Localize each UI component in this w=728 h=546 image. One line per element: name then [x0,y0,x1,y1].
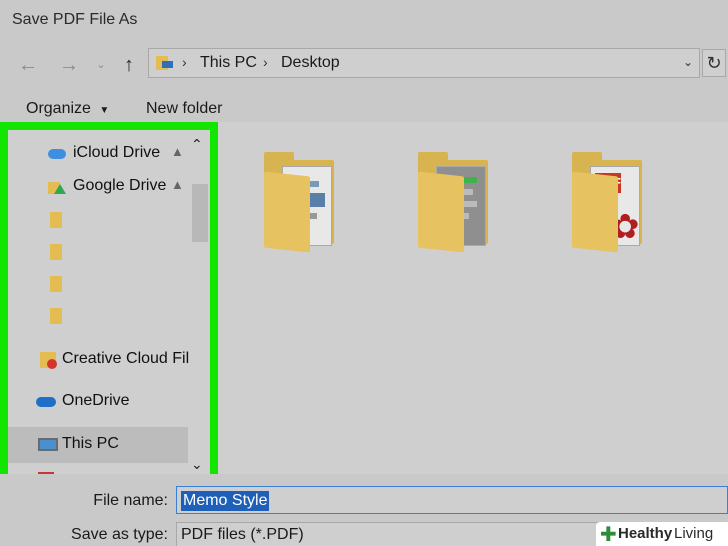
folder-item[interactable] [264,152,344,253]
sidebar-scrollbar[interactable]: ⌃ ⌄ [188,130,210,482]
arrow-up-icon[interactable]: ↑ [116,52,142,78]
scroll-up-icon[interactable]: ⌃ [191,136,203,153]
folder-item[interactable] [418,152,498,253]
navigation-bar: ← → ⌄ ↑ › This PC › Desktop ⌄ ↻ [0,42,728,88]
folder-icon [50,212,62,228]
address-dropdown-icon[interactable]: ⌄ [683,55,693,69]
google-drive-icon [48,178,66,196]
arrow-right-icon[interactable]: → [56,52,82,78]
scroll-down-icon[interactable]: ⌄ [191,456,203,473]
breadcrumb-separator-icon: › [263,54,268,70]
file-name-label: File name: [93,492,168,509]
sidebar-item-folder[interactable] [8,266,188,302]
scrollbar-thumb[interactable] [192,184,208,242]
sidebar-item-label: This PC [62,435,119,452]
refresh-icon[interactable]: ↻ [702,49,726,77]
caret-down-icon: ▼ [99,105,110,116]
address-bar[interactable]: › This PC › Desktop ⌄ [148,48,700,78]
sidebar-item-label: Google Drive [73,177,167,194]
save-type-label: Save as type: [71,526,168,543]
window-title: Save PDF File As [12,11,138,28]
pin-icon: ▲ [171,177,184,192]
sidebar-item-this-pc[interactable]: This PC [8,427,188,463]
breadcrumb-this-pc[interactable]: This PC [200,54,257,72]
folder-item[interactable]: PDF ✿ [572,152,652,253]
folder-icon [50,244,62,260]
watermark-brand-bold: Healthy [618,525,673,542]
icloud-icon [48,149,66,159]
organize-label: Organize [26,100,91,117]
sidebar-item-icloud-drive[interactable]: iCloud Drive ▲ [8,136,188,172]
sidebar-item-creative-cloud[interactable]: Creative Cloud Fil [8,342,190,378]
arrow-left-icon[interactable]: ← [15,52,41,78]
sidebar-item-folder[interactable] [8,202,188,238]
sidebar-item-label: Creative Cloud Fil [62,350,190,367]
plus-icon: ✚ [600,524,617,546]
title-bar: Save PDF File As [0,0,728,42]
new-folder-button[interactable]: New folder [146,100,222,118]
navigation-pane: iCloud Drive ▲ Google Drive ▲ Creative C… [0,122,218,490]
this-pc-icon [38,438,58,451]
content-scrollbar[interactable] [712,122,728,474]
chevron-down-icon[interactable]: ⌄ [88,52,114,78]
breadcrumb-separator-icon: › [182,54,187,70]
sidebar-item-label: iCloud Drive [73,144,161,161]
file-name-input[interactable]: Memo Style [176,486,728,514]
organize-button[interactable]: Organize ▼ [26,100,109,118]
pin-icon: ▲ [171,144,184,159]
file-view[interactable]: PDF ✿ [218,122,728,474]
sidebar-item-label: OneDrive [62,392,130,409]
onedrive-icon [36,397,56,407]
watermark-brand-light: Living [674,525,714,542]
creative-cloud-badge-icon [47,359,57,369]
toolbar: Organize ▼ New folder [0,88,728,122]
folder-icon [50,276,62,292]
save-type-value: PDF files (*.PDF) [181,526,304,543]
pc-overlay-icon [162,61,173,68]
file-name-value: Memo Style [181,491,270,511]
sidebar-item-google-drive[interactable]: Google Drive ▲ [8,169,188,205]
sidebar-item-folder[interactable] [8,298,188,334]
sidebar-item-onedrive[interactable]: OneDrive [8,384,188,420]
breadcrumb-desktop[interactable]: Desktop [281,54,340,72]
folder-icon [50,308,62,324]
sidebar-item-folder[interactable] [8,234,188,270]
watermark-logo: ✚ Healthy Living [596,522,728,546]
